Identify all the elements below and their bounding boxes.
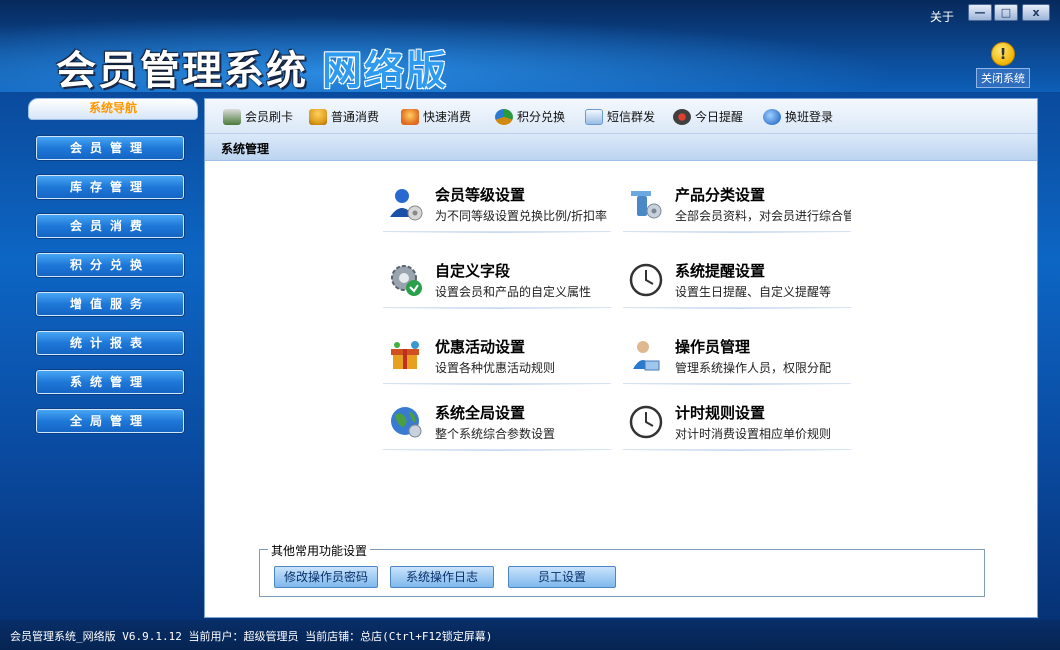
func-operator-management[interactable]: 操作员管理 管理系统操作人员，权限分配	[623, 331, 851, 385]
status-text: 会员管理系统_网络版 V6.9.1.12 当前用户：超级管理员 当前店铺：总店(…	[10, 630, 493, 643]
content-panel: 会员刷卡 普通消费 快速消费 积分兑换 短信群发 今日提醒 换班登录 系统管理 …	[204, 98, 1038, 618]
maximize-button[interactable]: □	[994, 4, 1018, 21]
func-member-level-settings[interactable]: 会员等级设置 为不同等级设置兑换比例/折扣率	[383, 179, 611, 233]
nav-item-global-management[interactable]: 全局管理	[36, 409, 184, 433]
globe-icon	[391, 407, 422, 438]
app-title: 会员管理系统 网络版	[56, 38, 448, 96]
func-desc: 全部会员资料，对会员进行综合管理	[675, 209, 851, 223]
close-window-button[interactable]: x	[1022, 4, 1050, 21]
section-title: 系统管理	[221, 142, 270, 156]
func-desc: 设置会员和产品的自定义属性	[435, 285, 592, 299]
func-title: 优惠活动设置	[435, 338, 526, 356]
employee-settings-button[interactable]: 员工设置	[508, 566, 616, 588]
app-title-main: 会员管理系统	[56, 48, 308, 94]
nav-item-inventory-management[interactable]: 库存管理	[36, 175, 184, 199]
nav-item-member-consumption[interactable]: 会员消费	[36, 214, 184, 238]
nav-item-value-added-services[interactable]: 增值服务	[36, 292, 184, 316]
close-system-button[interactable]: ! 关闭系统	[976, 42, 1030, 88]
func-title: 系统全局设置	[435, 404, 526, 422]
func-custom-field[interactable]: 自定义字段 设置会员和产品的自定义属性	[383, 255, 611, 309]
func-product-category-settings[interactable]: 产品分类设置 全部会员资料，对会员进行综合管理	[623, 179, 851, 233]
nav-item-member-management[interactable]: 会员管理	[36, 136, 184, 160]
nav-item-points-exchange[interactable]: 积分兑换	[36, 253, 184, 277]
product-category-icon	[631, 191, 662, 219]
func-promotion-settings[interactable]: 优惠活动设置 设置各种优惠活动规则	[383, 331, 611, 385]
func-title: 自定义字段	[435, 262, 511, 280]
func-timing-rule-settings[interactable]: 计时规则设置 对计时消费设置相应单价规则	[623, 397, 851, 451]
toolbar-normal-consume[interactable]: 普通消费	[309, 108, 379, 126]
about-link[interactable]: 关于	[930, 8, 954, 25]
func-title: 操作员管理	[675, 338, 751, 356]
toolbar-label: 普通消费	[331, 110, 380, 124]
toolbar: 会员刷卡 普通消费 快速消费 积分兑换 短信群发 今日提醒 换班登录	[205, 99, 1037, 134]
app-title-edition: 网络版	[322, 48, 448, 94]
toolbar-label: 会员刷卡	[245, 110, 294, 124]
toolbar-label: 快速消费	[423, 110, 472, 124]
nav-item-system-management[interactable]: 系统管理	[36, 370, 184, 394]
card-reader-icon	[223, 109, 241, 125]
toolbar-sms-broadcast[interactable]: 短信群发	[585, 108, 655, 126]
clock-icon	[629, 263, 663, 297]
app-window: 会员管理系统 网络版 关于 — □ x ! 关闭系统 系统导航 会员管理 库存管理…	[0, 0, 1060, 650]
nav-header: 系统导航	[28, 98, 198, 120]
other-functions-legend: 其他常用功能设置	[268, 542, 371, 559]
func-global-settings[interactable]: 系统全局设置 整个系统综合参数设置	[383, 397, 611, 451]
custom-field-icon	[391, 265, 422, 296]
fast-consume-icon	[401, 109, 419, 125]
person-money-icon	[309, 109, 327, 125]
alarm-icon	[673, 109, 691, 125]
system-operation-log-button[interactable]: 系统操作日志	[390, 566, 494, 588]
toolbar-label: 换班登录	[785, 110, 834, 124]
shift-login-icon	[763, 109, 781, 125]
toolbar-shift-login[interactable]: 换班登录	[763, 108, 833, 126]
func-title: 计时规则设置	[675, 404, 766, 422]
change-operator-password-button[interactable]: 修改操作员密码	[274, 566, 378, 588]
exchange-icon	[495, 109, 513, 125]
toolbar-label: 短信群发	[607, 110, 656, 124]
timer-clock-icon	[629, 405, 663, 439]
title-banner: 会员管理系统 网络版 关于 — □ x ! 关闭系统	[0, 0, 1060, 94]
toolbar-card-swipe[interactable]: 会员刷卡	[223, 108, 293, 126]
nav-panel: 系统导航 会员管理 库存管理 会员消费 积分兑换 增值服务 统计报表 系统管理 …	[22, 98, 200, 618]
section-header: 系统管理	[205, 134, 1037, 161]
toolbar-label: 积分兑换	[517, 110, 566, 124]
func-desc: 整个系统综合参数设置	[435, 427, 556, 441]
toolbar-today-reminder[interactable]: 今日提醒	[673, 108, 743, 126]
func-desc: 为不同等级设置兑换比例/折扣率	[435, 209, 608, 223]
toolbar-points-exchange[interactable]: 积分兑换	[495, 108, 565, 126]
func-desc: 管理系统操作人员，权限分配	[675, 361, 832, 375]
func-desc: 对计时消费设置相应单价规则	[675, 427, 832, 441]
other-functions-group: 其他常用功能设置 修改操作员密码 系统操作日志 员工设置	[259, 542, 985, 597]
operator-icon	[633, 341, 660, 371]
func-desc: 设置生日提醒、自定义提醒等	[675, 285, 832, 299]
gift-icon	[391, 341, 419, 369]
member-level-icon	[390, 189, 423, 221]
func-desc: 设置各种优惠活动规则	[435, 361, 556, 375]
func-title: 系统提醒设置	[675, 262, 766, 280]
toolbar-fast-consume[interactable]: 快速消费	[401, 108, 471, 126]
func-title: 会员等级设置	[435, 186, 526, 204]
func-title: 产品分类设置	[675, 186, 766, 204]
toolbar-label: 今日提醒	[695, 110, 744, 124]
warning-icon: !	[991, 42, 1015, 66]
close-system-label: 关闭系统	[976, 68, 1030, 88]
nav-item-statistics-reports[interactable]: 统计报表	[36, 331, 184, 355]
minimize-button[interactable]: —	[968, 4, 992, 21]
func-system-reminder-settings[interactable]: 系统提醒设置 设置生日提醒、自定义提醒等	[623, 255, 851, 309]
envelope-icon	[585, 109, 603, 125]
